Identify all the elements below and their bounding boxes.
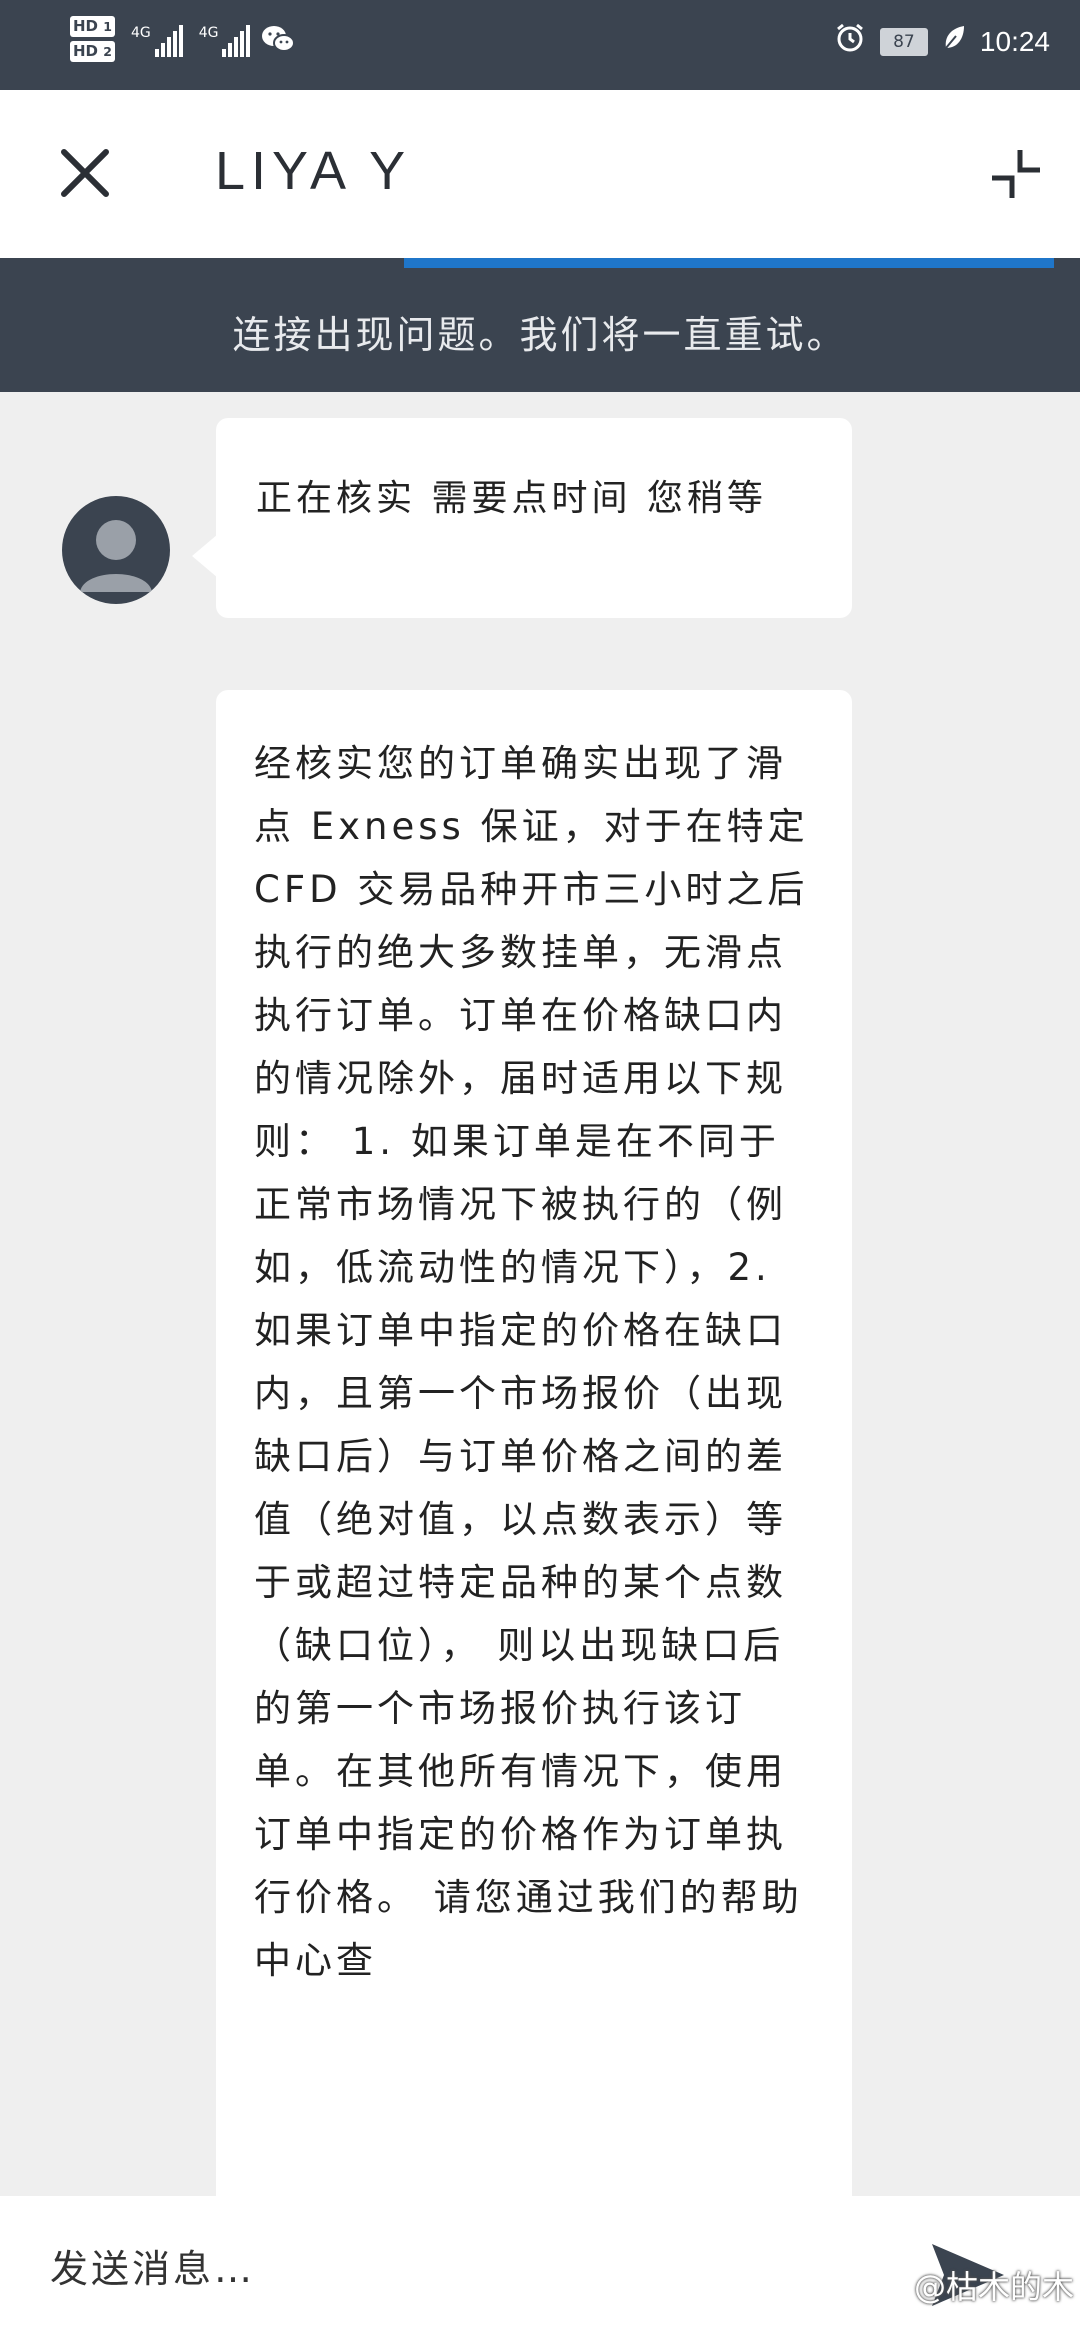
wechat-icon (260, 23, 296, 59)
battery-indicator: 87 (879, 27, 928, 56)
bubble-tail (192, 534, 218, 578)
close-icon (61, 149, 109, 197)
chat-title: LIYA Y (215, 141, 412, 201)
sim2-label: HD 2 (70, 41, 115, 62)
message-bubble: 正在核实 需要点时间 您稍等 (216, 418, 852, 618)
alarm-icon (834, 22, 866, 61)
leaf-icon (942, 24, 966, 59)
collapse-icon (992, 150, 1040, 198)
message-text: 正在核实 需要点时间 您稍等 (256, 478, 767, 519)
avatar (62, 496, 170, 604)
clock: 10:24 (979, 25, 1050, 57)
close-button[interactable] (50, 138, 120, 208)
signal-1-icon: 4G (131, 25, 183, 57)
collapse-button[interactable] (986, 144, 1046, 204)
message-bubble: 经核实您的订单确实出现了滑点 Exness 保证，对于在特定 CFD 交易品种开… (216, 690, 852, 2250)
sim-indicators: HD 1 HD 2 (70, 16, 115, 66)
status-right: 87 10:24 (834, 22, 1050, 61)
connection-status-text: 连接出现问题。我们将一直重试。 (232, 313, 848, 357)
user-avatar-icon (80, 520, 152, 592)
message-text: 经核实您的订单确实出现了滑点 Exness 保证，对于在特定 CFD 交易品种开… (254, 742, 809, 1982)
reconnect-progress-bar (404, 258, 1054, 268)
status-left: HD 1 HD 2 4G 4G (70, 16, 296, 66)
sim1-label: HD 1 (70, 16, 115, 37)
message-input[interactable]: 发送消息… (50, 2238, 255, 2293)
status-bar: HD 1 HD 2 4G 4G 87 10:24 (0, 0, 1080, 90)
chat-header: LIYA Y (0, 90, 1080, 258)
watermark: @枯木的木 (913, 2268, 1074, 2306)
signal-2-icon: 4G (199, 25, 251, 57)
compose-bar: 发送消息… @枯木的木 (0, 2196, 1080, 2340)
connection-banner: 连接出现问题。我们将一直重试。 (0, 258, 1080, 392)
